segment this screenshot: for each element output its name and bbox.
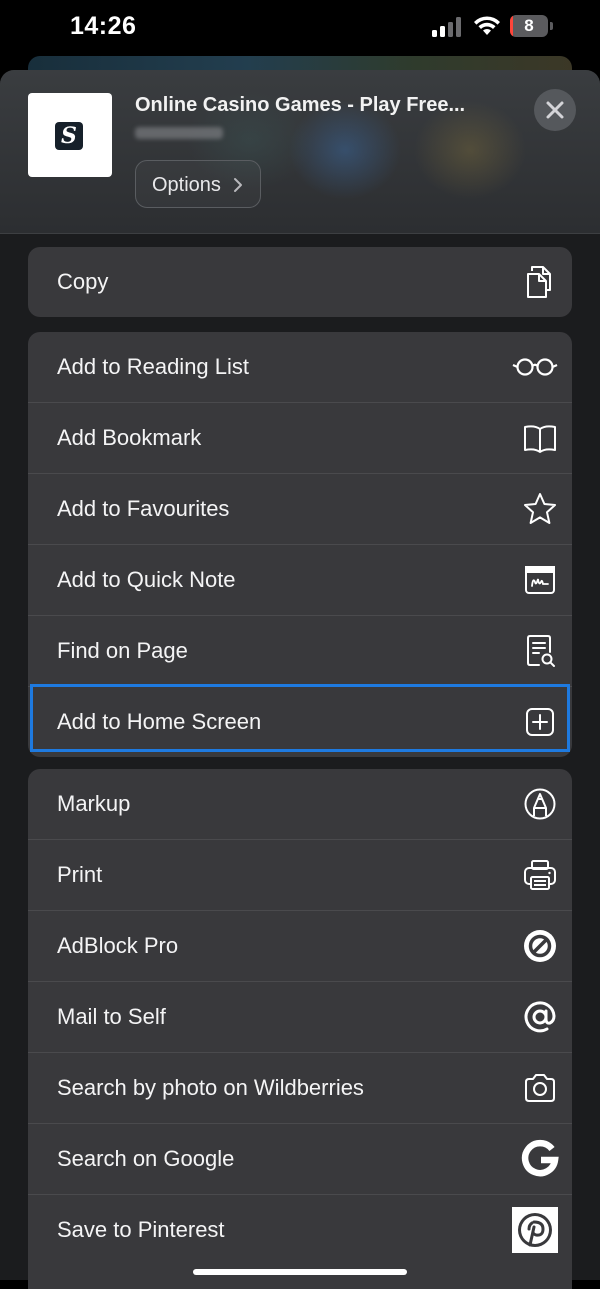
action-adblock-pro[interactable]: AdBlock Pro [28, 911, 572, 982]
action-find-on-page[interactable]: Find on Page [28, 616, 572, 687]
home-indicator [193, 1269, 407, 1275]
action-label: Search on Google [57, 1146, 235, 1171]
status-time: 14:26 [70, 12, 137, 40]
action-copy[interactable]: Copy [28, 247, 572, 317]
pinterest-icon [512, 1207, 558, 1253]
signal-icon [432, 17, 461, 37]
action-label: Add to Favourites [57, 496, 230, 521]
action-label: Markup [57, 791, 131, 816]
action-label: Add Bookmark [57, 425, 202, 450]
share-header: S Online Casino Games - Play Free... Opt… [0, 70, 600, 234]
action-add-to-favourites[interactable]: Add to Favourites [28, 474, 572, 545]
camera-icon [522, 1070, 558, 1106]
close-icon [546, 101, 564, 119]
action-label: Add to Reading List [57, 354, 250, 379]
find-on-page-icon [522, 633, 558, 669]
action-add-to-quick-note[interactable]: Add to Quick Note [28, 545, 572, 616]
plus-square-icon [522, 704, 558, 740]
action-add-bookmark[interactable]: Add Bookmark [28, 403, 572, 474]
action-label: Add to Home Screen [57, 709, 262, 734]
action-group-extensions: Markup Print AdBlock Pro Mail to Self Se… [28, 769, 572, 1289]
quick-note-icon [522, 562, 558, 598]
action-save-to-pinterest[interactable]: Save to Pinterest [28, 1195, 572, 1265]
action-search-by-photo-wildberries[interactable]: Search by photo on Wildberries [28, 1053, 572, 1124]
battery-level: 8 [524, 16, 534, 35]
action-add-to-home-screen[interactable]: Add to Home Screen [28, 687, 572, 757]
action-label: Add to Quick Note [57, 567, 236, 592]
at-sign-icon [522, 999, 558, 1035]
markup-icon [522, 786, 558, 822]
action-label: Copy [57, 269, 109, 294]
action-label: Save to Pinterest [57, 1217, 225, 1242]
copy-icon [522, 264, 558, 300]
action-label: Mail to Self [57, 1004, 166, 1029]
adblock-icon [522, 928, 558, 964]
action-markup[interactable]: Markup [28, 769, 572, 840]
battery-icon: 8 [510, 15, 554, 37]
site-url-blurred [135, 127, 223, 139]
chevron-right-icon [234, 178, 242, 192]
wifi-icon [474, 16, 500, 35]
action-search-on-google[interactable]: Search on Google [28, 1124, 572, 1195]
glasses-icon [511, 349, 559, 385]
options-button[interactable]: Options [135, 160, 261, 208]
site-logo: S [55, 122, 83, 150]
status-bar: 14:26 8 [0, 0, 600, 60]
action-label: Search by photo on Wildberries [57, 1075, 364, 1100]
site-icon: S [28, 93, 112, 177]
page-title: Online Casino Games - Play Free... [135, 94, 466, 116]
star-icon [522, 491, 558, 527]
printer-icon [522, 857, 558, 893]
action-add-to-reading-list[interactable]: Add to Reading List [28, 332, 572, 403]
action-mail-to-self[interactable]: Mail to Self [28, 982, 572, 1053]
action-label: Print [57, 862, 103, 887]
google-icon [520, 1139, 560, 1179]
options-label: Options [152, 174, 221, 196]
close-button[interactable] [534, 89, 576, 131]
action-print[interactable]: Print [28, 840, 572, 911]
book-icon [522, 420, 558, 456]
action-label: Find on Page [57, 638, 188, 663]
action-group-copy: Copy [28, 247, 572, 317]
action-label: AdBlock Pro [57, 933, 179, 958]
action-group-page: Add to Reading List Add Bookmark Add to … [28, 332, 572, 757]
